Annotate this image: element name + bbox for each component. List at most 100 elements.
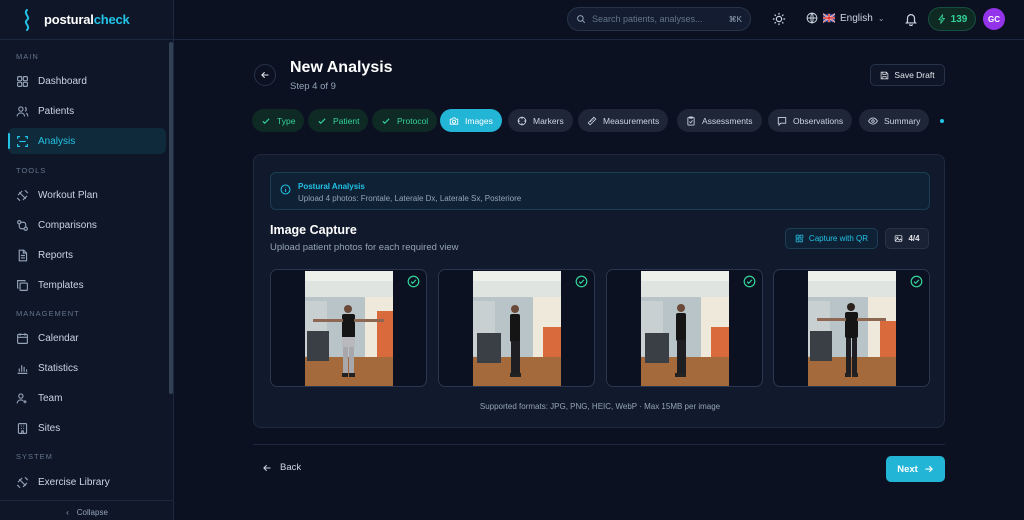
compare-icon: [17, 219, 28, 231]
sidebar-item-sites[interactable]: Sites: [8, 415, 166, 441]
bell-icon[interactable]: [904, 12, 918, 26]
sidebar-item-templates[interactable]: Templates: [8, 272, 166, 298]
sidebar-item-workout-plan[interactable]: Workout Plan: [8, 182, 166, 208]
sidebar-item-analysis[interactable]: Analysis: [8, 128, 166, 154]
nav-section-tools: TOOLS: [16, 166, 47, 175]
step-label: Images: [465, 115, 493, 126]
patient-photo-lateral-left: [641, 271, 729, 386]
step-label: Summary: [884, 115, 921, 126]
image-count: 4/4: [908, 234, 920, 243]
calendar-icon: [17, 332, 28, 344]
back-arrow-button[interactable]: [254, 64, 276, 86]
sun-icon[interactable]: [772, 12, 786, 26]
language-selector[interactable]: English ⌄: [806, 12, 885, 24]
clipboard-check-icon: [687, 116, 695, 125]
bolt-icon: [938, 14, 945, 24]
search-bar[interactable]: ⌘K: [567, 7, 751, 31]
supported-formats-note: Supported formats: JPG, PNG, HEIC, WebP …: [479, 402, 721, 411]
step-markers[interactable]: Markers: [508, 109, 573, 132]
photo-slot-posteriore[interactable]: [773, 269, 930, 387]
step-images[interactable]: Images: [440, 109, 502, 132]
step-label: Protocol: [397, 115, 429, 126]
collapse-button[interactable]: ‹ Collapse: [0, 500, 173, 520]
step-measurements[interactable]: Measurements: [578, 109, 669, 132]
sidebar-item-label: Reports: [38, 249, 74, 261]
step-summary[interactable]: Summary: [859, 109, 930, 132]
step-label: Patient: [333, 115, 360, 126]
globe-icon: [806, 12, 818, 24]
stepper-scroll-indicator: [940, 119, 944, 123]
sidebar-item-label: Sites: [38, 422, 61, 434]
sidebar-item-label: Comparisons: [38, 219, 97, 231]
uk-flag-icon: [823, 13, 835, 23]
next-label: Next: [897, 463, 918, 475]
step-patient[interactable]: Patient: [308, 109, 369, 132]
sidebar-item-label: Analysis: [38, 135, 76, 147]
photo-slot-laterale-sx[interactable]: [606, 269, 763, 387]
search-icon: [577, 15, 586, 24]
info-icon: [280, 184, 291, 195]
arrow-right-icon: [925, 465, 933, 473]
avatar[interactable]: GC: [983, 8, 1005, 30]
sidebar-scrollbar[interactable]: [169, 42, 173, 394]
credits-count: 139: [950, 13, 968, 25]
search-input[interactable]: [592, 14, 720, 24]
step-label: Type: [277, 115, 296, 126]
step-label: Observations: [793, 115, 844, 126]
crosshair-icon: [517, 116, 527, 125]
back-label: Back: [280, 462, 302, 473]
brand-name: posturalcheck: [44, 12, 130, 27]
brand-logo[interactable]: posturalcheck: [0, 0, 173, 40]
message-square-icon: [777, 116, 787, 126]
sidebar-item-label: Calendar: [38, 332, 79, 344]
check-icon: [262, 117, 270, 124]
sidebar-item-exercise-library[interactable]: Exercise Library: [8, 469, 166, 495]
team-icon: [16, 392, 27, 403]
sidebar-item-label: Patients: [38, 105, 75, 117]
arrow-left-icon: [263, 464, 271, 471]
sidebar-item-label: Dashboard: [38, 75, 87, 87]
info-banner: Postural Analysis Upload 4 photos: Front…: [270, 172, 930, 210]
dumbbell-icon: [16, 476, 29, 488]
step-assessments[interactable]: Assessments: [677, 109, 762, 132]
collapse-label: Collapse: [76, 508, 108, 517]
file-icon: [18, 249, 28, 261]
check-circle-icon: [910, 275, 923, 288]
grid-icon: [17, 75, 28, 87]
sidebar-item-dashboard[interactable]: Dashboard: [8, 68, 166, 94]
section-subtitle: Upload patient photos for each required …: [270, 242, 459, 253]
step-protocol[interactable]: Protocol: [372, 109, 438, 132]
dumbbell-icon: [16, 189, 29, 201]
patient-photo-frontal: [305, 271, 393, 386]
capture-with-qr-button[interactable]: Capture with QR: [785, 228, 878, 249]
sidebar: posturalcheck MAIN Dashboard Patients An…: [0, 0, 174, 520]
save-draft-label: Save Draft: [894, 70, 935, 80]
sidebar-item-statistics[interactable]: Statistics: [8, 355, 166, 381]
step-indicator: Step 4 of 9: [290, 81, 336, 92]
section-title: Image Capture: [270, 223, 357, 237]
step-type[interactable]: Type: [252, 109, 305, 132]
sidebar-item-reports[interactable]: Reports: [8, 242, 166, 268]
top-header: ⌘K English ⌄ 139 GC: [174, 0, 1024, 40]
credits-badge[interactable]: 139: [928, 7, 976, 31]
qr-code-icon: [795, 234, 804, 243]
image-capture-card: Postural Analysis Upload 4 photos: Front…: [253, 154, 945, 428]
sidebar-item-calendar[interactable]: Calendar: [8, 325, 166, 351]
check-icon: [318, 117, 326, 124]
check-icon: [382, 117, 390, 124]
photo-slot-laterale-dx[interactable]: [438, 269, 595, 387]
next-button[interactable]: Next: [886, 456, 945, 482]
sidebar-item-patients[interactable]: Patients: [8, 98, 166, 124]
save-draft-button[interactable]: Save Draft: [870, 64, 945, 86]
step-observations[interactable]: Observations: [768, 109, 853, 132]
arrow-left-icon: [261, 72, 269, 78]
nav-section-system: SYSTEM: [16, 452, 53, 461]
sidebar-item-team[interactable]: Team: [8, 385, 166, 411]
chevron-left-icon: ‹: [66, 508, 69, 517]
patient-photo-posterior: [808, 271, 896, 386]
sidebar-item-comparisons[interactable]: Comparisons: [8, 212, 166, 238]
check-circle-icon: [575, 275, 588, 288]
back-button[interactable]: Back: [262, 462, 301, 473]
photo-slot-frontale[interactable]: [270, 269, 427, 387]
ruler-icon: [587, 116, 597, 125]
